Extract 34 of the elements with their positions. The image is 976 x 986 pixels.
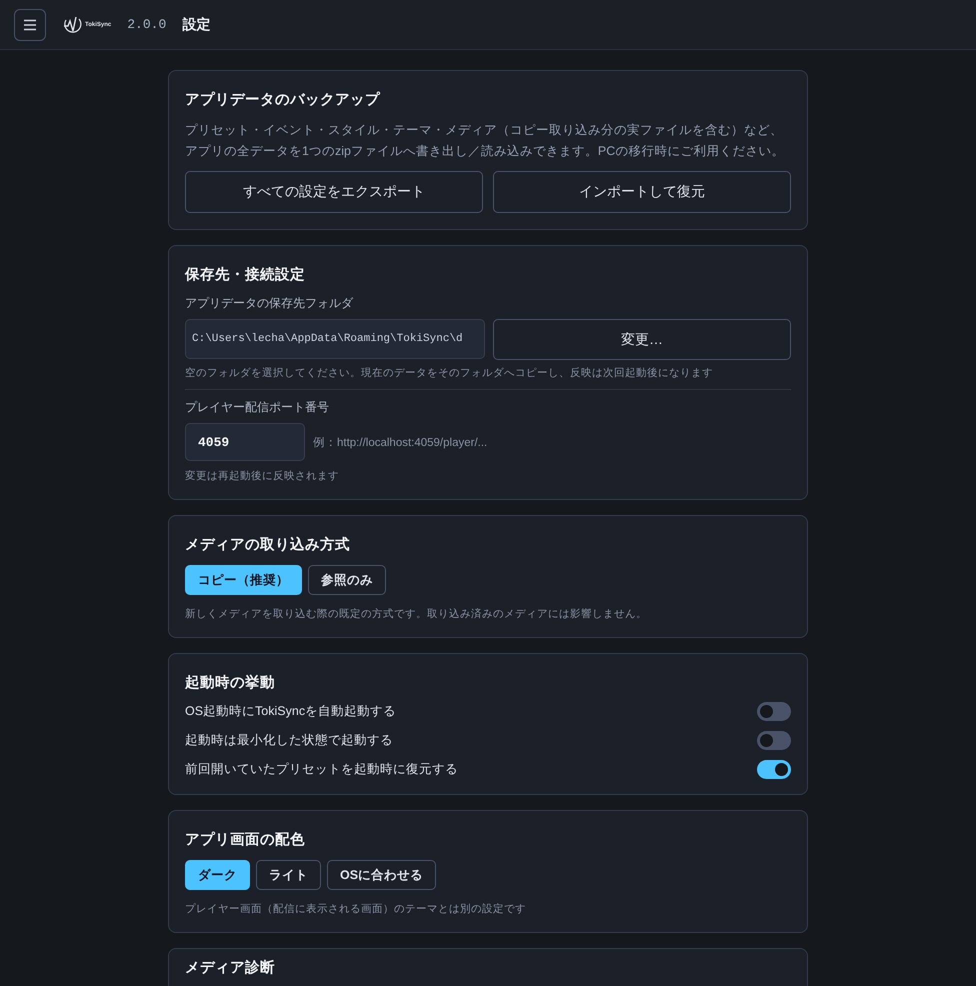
option-button[interactable]: OSに合わせる xyxy=(327,860,436,890)
toggle-label: OS起動時にTokiSyncを自動起動する xyxy=(185,703,396,720)
section-title: メディア診断 xyxy=(185,958,276,978)
section-title: メディアの取り込み方式 xyxy=(185,535,351,555)
page-title: 設定 xyxy=(182,16,210,34)
field-label: プレイヤー配信ポート番号 xyxy=(185,399,330,416)
description-text: プリセット・イベント・スタイル・テーマ・メディア（コピー取り込み分の実ファイルを含む）など、アプリの全データを1つのzipファイルへ書き出し／読み込みできます。PCの移行時にご利用ください。 xyxy=(185,122,786,160)
action-button[interactable]: インポートして復元 xyxy=(493,171,791,213)
folder-path-field[interactable]: C:\Users\lecha\AppData\Roaming\TokiSync\d xyxy=(185,319,485,359)
toggle-label: 起動時は最小化した状態で起動する xyxy=(185,732,393,749)
field-label: アプリデータの保存先フォルダ xyxy=(185,295,354,312)
section-title: アプリデータのバックアップ xyxy=(185,90,382,110)
hint-text: 空のフォルダを選択してください。現在のデータをそのフォルダへコピーし、反映は次回起動後になります xyxy=(185,366,714,380)
option-button[interactable]: ダーク xyxy=(185,860,250,890)
toggle-switch[interactable] xyxy=(757,731,791,750)
menu-icon xyxy=(23,18,37,30)
toggle-switch[interactable] xyxy=(757,760,791,779)
version-label: 2.0.0 xyxy=(127,17,166,32)
option-button[interactable]: 参照のみ xyxy=(308,565,386,595)
section-title: アプリ画面の配色 xyxy=(185,830,306,850)
section-title: 保存先・接続設定 xyxy=(185,266,306,285)
toggle-switch[interactable] xyxy=(757,702,791,721)
action-button[interactable]: すべての設定をエクスポート xyxy=(185,171,483,213)
toggle-label: 前回開いていたプリセットを起動時に復元する xyxy=(185,761,458,778)
section-title: 起動時の挙動 xyxy=(185,674,276,693)
hint-text: 変更は再起動後に反映されます xyxy=(185,469,340,483)
port-field[interactable]: 4059 xyxy=(185,423,305,461)
hint-text: プレイヤー画面（配信に表示される画面）のテーマとは別の設定です xyxy=(185,902,527,916)
hint-text: 新しくメディアを取り込む際の既定の方式です。取り込み済みのメディアには影響しません。 xyxy=(185,607,648,621)
menu-button[interactable] xyxy=(14,8,46,40)
option-button[interactable]: コピー（推奨） xyxy=(185,565,302,595)
option-button[interactable]: ライト xyxy=(256,860,321,890)
change-button[interactable]: 変更… xyxy=(493,319,791,360)
example-text: 例：http://localhost:4059/player/... xyxy=(313,436,488,450)
